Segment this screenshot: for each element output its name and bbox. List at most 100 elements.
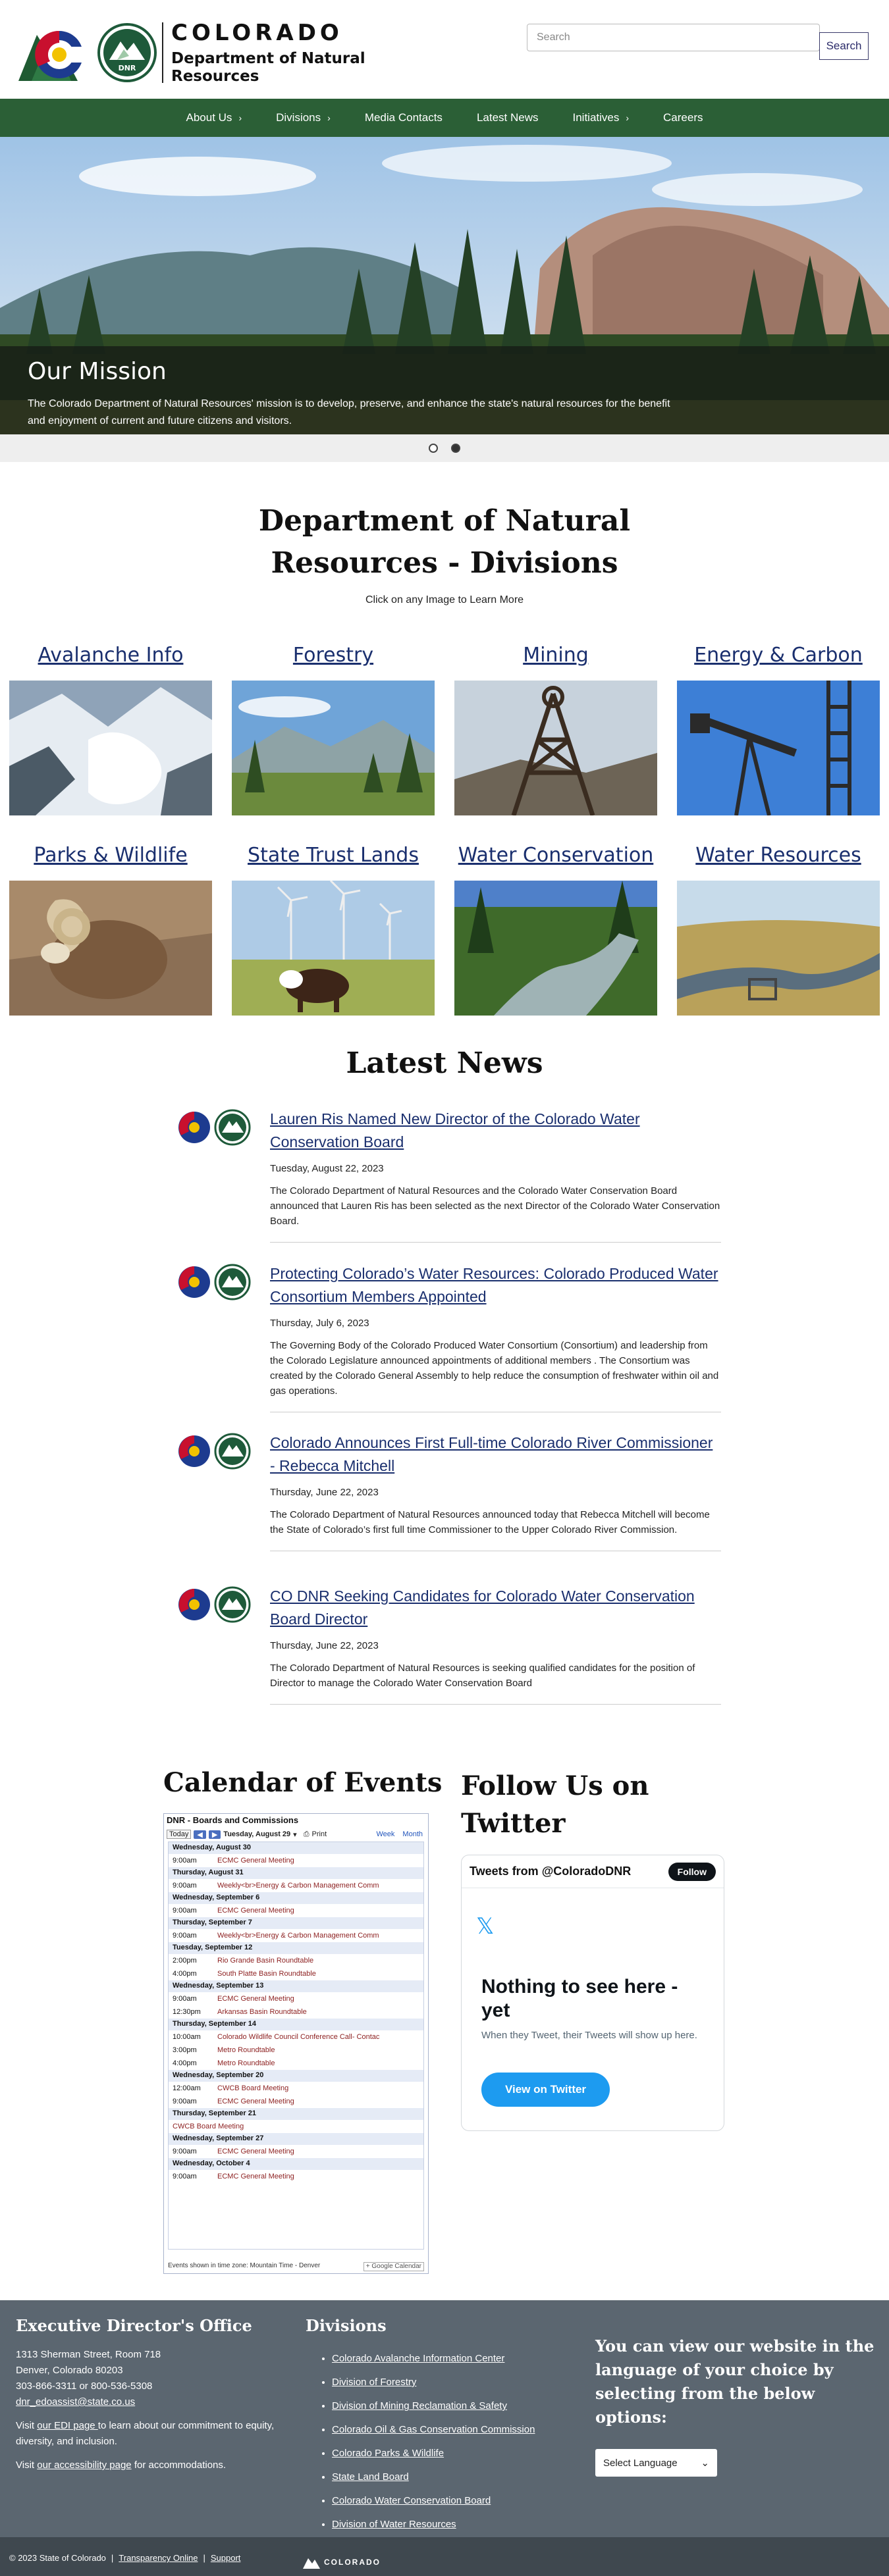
- calendar-event-title[interactable]: Rio Grande Basin Roundtable: [217, 1957, 313, 1965]
- calendar-event[interactable]: 12:00am CWCB Board Meeting: [169, 2082, 423, 2095]
- calendar-tab-month[interactable]: Month: [400, 1830, 425, 1838]
- footer-division-link[interactable]: Division of Mining Reclamation & Safety: [332, 2400, 507, 2411]
- hero-carousel[interactable]: Our Mission The Colorado Department of N…: [0, 137, 889, 434]
- calendar-event[interactable]: 9:00am ECMC General Meeting: [169, 1992, 423, 2005]
- calendar-event-title[interactable]: Metro Roundtable: [217, 2059, 275, 2067]
- division-link-water-conservation[interactable]: Water Conservation: [454, 844, 657, 881]
- calendar-event-title[interactable]: Weekly<br>Energy & Carbon Management Com…: [217, 1932, 379, 1940]
- print-icon[interactable]: ⎙: [304, 1830, 310, 1839]
- footer-division-link[interactable]: Colorado Avalanche Information Center: [332, 2353, 504, 2364]
- water-conservation-image[interactable]: [454, 881, 657, 1016]
- calendar-today-button[interactable]: Today: [167, 1830, 192, 1839]
- nav-item-about-us[interactable]: About Us ›: [169, 99, 259, 137]
- carousel-dot-1[interactable]: [429, 444, 438, 453]
- calendar-event[interactable]: 12:30pm Arkansas Basin Roundtable: [169, 2005, 423, 2019]
- calendar-event[interactable]: 9:00am ECMC General Meeting: [169, 2095, 423, 2108]
- news-headline-link[interactable]: Protecting Colorado’s Water Resources: C…: [270, 1262, 721, 1308]
- footer-division-link[interactable]: Division of Water Resources: [332, 2519, 456, 2530]
- nav-item-initiatives[interactable]: Initiatives ›: [555, 99, 646, 137]
- calendar-agenda-list[interactable]: Wednesday, August 30 9:00am ECMC General M…: [168, 1842, 424, 2250]
- parks-wildlife-image[interactable]: [9, 881, 212, 1016]
- calendar-event-title[interactable]: CWCB Board Meeting: [173, 2123, 244, 2130]
- footer-division-link[interactable]: State Land Board: [332, 2471, 409, 2483]
- calendar-event[interactable]: 4:00pm South Platte Basin Roundtable: [169, 1967, 423, 1980]
- division-link-water-resources[interactable]: Water Resources: [677, 844, 880, 881]
- division-link-avalanche[interactable]: Avalanche Info: [9, 644, 212, 681]
- footer-division-item[interactable]: Division of Forestry: [332, 2371, 582, 2394]
- mining-image[interactable]: [454, 681, 657, 815]
- division-link-parks-wildlife[interactable]: Parks & Wildlife: [9, 844, 212, 881]
- chevron-right-icon[interactable]: ›: [238, 113, 242, 123]
- colorado-c-logo-icon[interactable]: [18, 23, 91, 82]
- calendar-tab-week[interactable]: Week: [374, 1830, 398, 1838]
- calendar-next-icon[interactable]: ▶: [208, 1830, 221, 1839]
- transparency-link[interactable]: Transparency Online: [119, 2553, 198, 2563]
- avalanche-image[interactable]: [9, 681, 212, 815]
- nav-item-careers[interactable]: Careers: [646, 99, 720, 137]
- calendar-event-title[interactable]: ECMC General Meeting: [217, 1857, 294, 1865]
- nav-item-divisions[interactable]: Divisions ›: [259, 99, 348, 137]
- footer-division-item[interactable]: Division of Water Resources: [332, 2513, 582, 2537]
- footer-division-item[interactable]: Colorado Oil & Gas Conservation Commissi…: [332, 2418, 582, 2442]
- twitter-follow-button[interactable]: Follow: [668, 1862, 716, 1881]
- calendar-event[interactable]: 3:00pm Metro Roundtable: [169, 2044, 423, 2057]
- footer-colorado-logo[interactable]: COLORADO: [303, 2556, 381, 2569]
- calendar-event-title[interactable]: ECMC General Meeting: [217, 2173, 294, 2180]
- carousel-dot-2[interactable]: [451, 444, 460, 453]
- footer-division-item[interactable]: Division of Mining Reclamation & Safety: [332, 2394, 582, 2418]
- calendar-event-title[interactable]: CWCB Board Meeting: [217, 2084, 288, 2092]
- calendar-print-button[interactable]: Print: [312, 1830, 327, 1838]
- calendar-current-date[interactable]: Tuesday, August 29: [223, 1830, 290, 1838]
- chevron-right-icon[interactable]: ›: [327, 113, 331, 123]
- calendar-event[interactable]: 10:00am Colorado Wildlife Council Confere…: [169, 2030, 423, 2044]
- footer-division-item[interactable]: State Land Board: [332, 2465, 582, 2489]
- calendar-event[interactable]: 9:00am ECMC General Meeting: [169, 1854, 423, 1867]
- calendar-event-title[interactable]: Colorado Wildlife Council Conference Cal…: [217, 2033, 379, 2041]
- footer-email-link[interactable]: dnr_edoassist@state.co.us: [16, 2396, 135, 2408]
- news-headline-link[interactable]: Lauren Ris Named New Director of the Col…: [270, 1108, 721, 1154]
- calendar-event[interactable]: 9:00am Weekly<br>Energy & Carbon Manageme…: [169, 1879, 423, 1892]
- calendar-event-title[interactable]: South Platte Basin Roundtable: [217, 1970, 316, 1978]
- calendar-event-title[interactable]: Weekly<br>Energy & Carbon Management Com…: [217, 1882, 379, 1890]
- state-trust-lands-image[interactable]: [232, 881, 435, 1016]
- division-link-mining[interactable]: Mining: [454, 644, 657, 681]
- footer-division-link[interactable]: Colorado Oil & Gas Conservation Commissi…: [332, 2424, 535, 2435]
- news-headline-link[interactable]: Colorado Announces First Full-time Color…: [270, 1431, 721, 1478]
- footer-division-item[interactable]: Colorado Parks & Wildlife: [332, 2442, 582, 2465]
- google-calendar-button[interactable]: + Google Calendar: [363, 2262, 424, 2271]
- brand-state-name[interactable]: COLORADO: [171, 20, 343, 46]
- calendar-event[interactable]: 2:00pm Rio Grande Basin Roundtable: [169, 1954, 423, 1967]
- calendar-event-title[interactable]: Arkansas Basin Roundtable: [217, 2008, 307, 2016]
- division-link-state-trust-lands[interactable]: State Trust Lands: [232, 844, 435, 881]
- news-headline-link[interactable]: CO DNR Seeking Candidates for Colorado W…: [270, 1585, 721, 1631]
- calendar-event-title[interactable]: Metro Roundtable: [217, 2046, 275, 2054]
- footer-division-item[interactable]: Colorado Water Conservation Board: [332, 2489, 582, 2513]
- water-resources-image[interactable]: [677, 881, 880, 1016]
- footer-accessibility-link[interactable]: our accessibility page: [37, 2460, 131, 2471]
- nav-item-media-contacts[interactable]: Media Contacts: [348, 99, 460, 137]
- energy-carbon-image[interactable]: [677, 681, 880, 815]
- footer-division-link[interactable]: Colorado Water Conservation Board: [332, 2495, 491, 2506]
- calendar-event[interactable]: CWCB Board Meeting: [169, 2120, 423, 2133]
- footer-division-item[interactable]: Colorado Avalanche Information Center: [332, 2347, 582, 2371]
- chevron-right-icon[interactable]: ›: [626, 113, 629, 123]
- calendar-event-title[interactable]: ECMC General Meeting: [217, 1907, 294, 1915]
- support-link[interactable]: Support: [211, 2553, 241, 2563]
- language-select[interactable]: Select Language ⌄: [595, 2449, 717, 2477]
- dnr-badge-icon[interactable]: DNR: [97, 23, 157, 82]
- footer-division-link[interactable]: Division of Forestry: [332, 2377, 416, 2388]
- calendar-event[interactable]: 9:00am ECMC General Meeting: [169, 2145, 423, 2158]
- search-button[interactable]: Search: [819, 32, 869, 60]
- forestry-image[interactable]: [232, 681, 435, 815]
- brand-department-name[interactable]: Department of Natural Resources: [171, 50, 382, 86]
- footer-division-link[interactable]: Colorado Parks & Wildlife: [332, 2448, 444, 2459]
- calendar-event[interactable]: 9:00am ECMC General Meeting: [169, 2170, 423, 2183]
- calendar-event[interactable]: 9:00am ECMC General Meeting: [169, 1904, 423, 1917]
- calendar-event[interactable]: 4:00pm Metro Roundtable: [169, 2057, 423, 2070]
- calendar-event[interactable]: 9:00am Weekly<br>Energy & Carbon Manageme…: [169, 1929, 423, 1942]
- twitter-from-label[interactable]: Tweets from @ColoradoDNR: [470, 1865, 631, 1878]
- nav-item-latest-news[interactable]: Latest News: [460, 99, 556, 137]
- search-input[interactable]: [527, 24, 820, 51]
- chevron-down-icon[interactable]: ▾: [293, 1830, 297, 1839]
- division-link-energy-carbon[interactable]: Energy & Carbon: [677, 644, 880, 681]
